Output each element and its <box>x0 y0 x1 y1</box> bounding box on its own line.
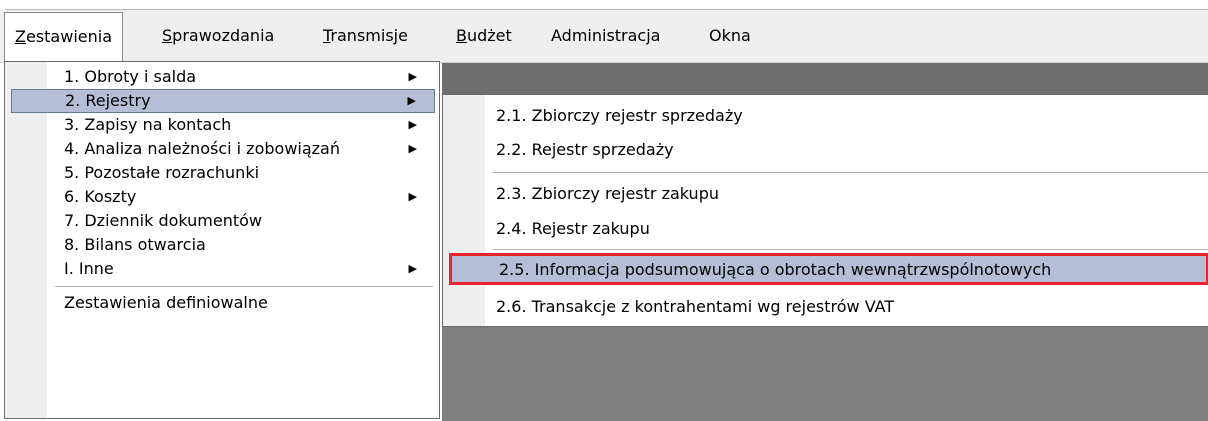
menu-item-zestawienia-definiowalne[interactable]: Zestawienia definiowalne <box>11 291 435 315</box>
menu-bar: Zestawienia Sprawozdania Transmisje Budż… <box>0 0 1208 63</box>
submenu-rejestry: 2.1. Zbiorczy rejestr sprzedaży 2.2. Rej… <box>442 94 1208 327</box>
menu-item-bilans-otwarcia[interactable]: 8. Bilans otwarcia <box>11 233 435 257</box>
submenu-separator <box>493 172 1208 173</box>
submenu-item-rejestr-sprzedazy[interactable]: 2.2. Rejestr sprzedaży <box>449 137 1208 163</box>
menu-item-label: 4. Analiza należności i zobowiązań <box>64 139 340 158</box>
submenu-arrow-icon: ▶ <box>408 262 417 275</box>
menu-item-pozostale-rozrachunki[interactable]: 5. Pozostałe rozrachunki <box>11 161 435 185</box>
menu-item-label: 8. Bilans otwarcia <box>64 235 206 254</box>
menu-item-zapisy-na-kontach[interactable]: 3. Zapisy na kontach ▶ <box>11 113 435 137</box>
menu-budzet[interactable]: Budżet <box>446 12 522 59</box>
workspace-band <box>442 63 1208 95</box>
menu-item-obroty-i-salda[interactable]: 1. Obroty i salda ▶ <box>11 65 435 89</box>
menu-item-analiza-naleznosci[interactable]: 4. Analiza należności i zobowiązań ▶ <box>11 137 435 161</box>
submenu-item-zbiorczy-rejestr-zakupu[interactable]: 2.3. Zbiorczy rejestr zakupu <box>449 181 1208 207</box>
menu-transmisje[interactable]: Transmisje <box>313 12 418 59</box>
submenu-item-zbiorczy-rejestr-sprzedazy[interactable]: 2.1. Zbiorczy rejestr sprzedaży <box>449 103 1208 129</box>
submenu-item-transakcje-z-kontrahentami[interactable]: 2.6. Transakcje z kontrahentami wg rejes… <box>449 294 1208 320</box>
menu-item-inne[interactable]: I. Inne ▶ <box>11 257 435 281</box>
submenu-gutter <box>443 95 485 326</box>
menu-item-label: 5. Pozostałe rozrachunki <box>64 163 260 182</box>
submenu-separator <box>493 249 1208 250</box>
submenu-item-rejestr-zakupu[interactable]: 2.4. Rejestr zakupu <box>449 216 1208 242</box>
window-top-edge <box>5 9 1208 10</box>
menu-item-label: Zestawienia definiowalne <box>64 293 268 312</box>
mnemonic-letter: Z <box>15 27 26 46</box>
menu-item-label: 3. Zapisy na kontach <box>64 115 232 134</box>
menu-label-rest: udżet <box>466 26 512 45</box>
submenu-arrow-icon: ▶ <box>408 70 417 83</box>
menu-item-rejestry[interactable]: 2. Rejestry ▶ <box>11 89 435 113</box>
menu-administracja[interactable]: Administracja <box>541 12 670 59</box>
menu-item-koszty[interactable]: 6. Koszty ▶ <box>11 185 435 209</box>
menu-okna[interactable]: Okna <box>699 12 761 59</box>
menu-label-rest: estawienia <box>25 27 112 46</box>
menu-item-label: 6. Koszty <box>64 187 137 206</box>
mnemonic-letter: S <box>162 26 173 45</box>
submenu-arrow-icon: ▶ <box>407 94 416 107</box>
menu-item-label: 1. Obroty i salda <box>64 67 197 86</box>
menu-zestawienia[interactable]: Zestawienia <box>4 12 123 61</box>
dropdown-menu-zestawienia: 1. Obroty i salda ▶ 2. Rejestry ▶ 3. Zap… <box>4 61 440 419</box>
menu-item-label: 2. Rejestry <box>65 91 151 110</box>
menu-label-rest: prawozdania <box>172 26 275 45</box>
mnemonic-letter: B <box>456 26 467 45</box>
submenu-item-informacja-podsumowujaca[interactable]: 2.5. Informacja podsumowująca o obrotach… <box>449 253 1208 285</box>
menu-separator <box>55 286 433 287</box>
submenu-arrow-icon: ▶ <box>408 190 417 203</box>
menu-item-dziennik-dokumentow[interactable]: 7. Dziennik dokumentów <box>11 209 435 233</box>
menu-item-label: 7. Dziennik dokumentów <box>64 211 263 230</box>
submenu-arrow-icon: ▶ <box>408 118 417 131</box>
menu-label-rest: ransmisje <box>330 26 408 45</box>
menu-sprawozdania[interactable]: Sprawozdania <box>152 12 284 59</box>
submenu-arrow-icon: ▶ <box>408 142 417 155</box>
menu-item-label: I. Inne <box>64 259 114 278</box>
